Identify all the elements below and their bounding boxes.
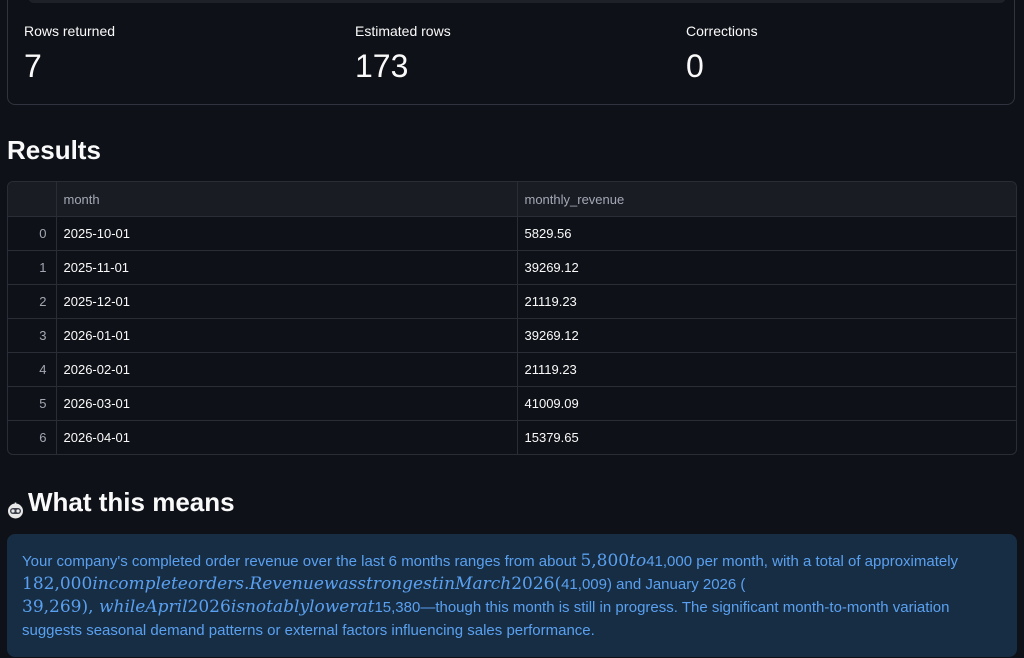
math-word: whileApril bbox=[98, 597, 188, 617]
table-row[interactable]: 5 2026-03-01 41009.09 bbox=[8, 386, 1016, 421]
monthly-revenue-cell[interactable]: 39269.12 bbox=[517, 318, 1016, 353]
month-cell[interactable]: 2026-02-01 bbox=[56, 352, 518, 387]
metrics-card-top-bar bbox=[28, 0, 1006, 3]
column-header-index[interactable] bbox=[8, 182, 57, 217]
monthly-revenue-cell[interactable]: 5829.56 bbox=[517, 216, 1016, 251]
row-index-cell[interactable]: 5 bbox=[8, 386, 57, 421]
insight-text: 41,000 per month, with a total of approx… bbox=[646, 553, 959, 570]
monthly-revenue-cell[interactable]: 39269.12 bbox=[517, 250, 1016, 285]
monthly-revenue-cell[interactable]: 41009.09 bbox=[517, 386, 1016, 421]
metric-label: Corrections bbox=[686, 23, 758, 39]
month-cell[interactable]: 2026-04-01 bbox=[56, 420, 518, 454]
math-word: to bbox=[629, 551, 647, 571]
metric-estimated-rows: Estimated rows 173 bbox=[355, 22, 451, 86]
column-header-month[interactable]: month bbox=[56, 182, 518, 217]
what-this-means-title: What this means bbox=[28, 487, 235, 517]
table-row[interactable]: 4 2026-02-01 21119.23 bbox=[8, 352, 1016, 387]
month-cell[interactable]: 2025-10-01 bbox=[56, 216, 518, 251]
row-index-cell[interactable]: 0 bbox=[8, 216, 57, 251]
math-value: 182,000 bbox=[22, 574, 93, 594]
metrics-card: Rows returned 7 Estimated rows 173 Corre… bbox=[7, 0, 1015, 105]
row-index-cell[interactable]: 2 bbox=[8, 284, 57, 319]
what-this-means-heading: What this means bbox=[7, 486, 235, 518]
results-table[interactable]: month monthly_revenue 0 2025-10-01 5829.56… bbox=[7, 181, 1017, 455]
row-index-cell[interactable]: 3 bbox=[8, 318, 57, 353]
column-header-monthly-revenue[interactable]: monthly_revenue bbox=[517, 182, 1016, 217]
monthly-revenue-cell[interactable]: 21119.23 bbox=[517, 284, 1016, 319]
table-body: 0 2025-10-01 5829.56 1 2025-11-01 39269.12 2 20… bbox=[8, 216, 1016, 455]
row-index-cell[interactable]: 6 bbox=[8, 420, 57, 454]
row-index-cell[interactable]: 1 bbox=[8, 250, 57, 285]
page: Rows returned 7 Estimated rows 173 Corre… bbox=[0, 0, 1024, 658]
table-row[interactable]: 6 2026-04-01 15379.65 bbox=[8, 420, 1016, 455]
metric-rows-returned: Rows returned 7 bbox=[24, 22, 115, 86]
robot-icon bbox=[7, 494, 24, 518]
metric-label: Rows returned bbox=[24, 23, 116, 39]
table-row[interactable]: 0 2025-10-01 5829.56 bbox=[8, 216, 1016, 251]
monthly-revenue-cell[interactable]: 21119.23 bbox=[517, 352, 1016, 387]
metric-label: Estimated rows bbox=[355, 23, 451, 39]
row-index-cell[interactable]: 4 bbox=[8, 352, 57, 387]
insight-text: Your company's completed order revenue o… bbox=[22, 553, 581, 570]
insight-box: Your company's completed order revenue o… bbox=[7, 534, 1017, 657]
math-word: isnotablylowerat bbox=[230, 597, 375, 617]
metric-corrections: Corrections 0 bbox=[686, 22, 758, 86]
table-row[interactable]: 2 2025-12-01 21119.23 bbox=[8, 284, 1016, 319]
insight-math: 5,800to bbox=[580, 551, 646, 571]
insight-math: 182,000incompleteorders.Revenuewasstrong… bbox=[22, 574, 561, 594]
insight-math: 39,269), whileApril2026isnotablylowerat bbox=[22, 597, 374, 617]
math-value: 2026 bbox=[187, 597, 231, 617]
month-cell[interactable]: 2026-03-01 bbox=[56, 386, 518, 421]
metric-value: 173 bbox=[355, 48, 409, 84]
math-value: 5,800 bbox=[580, 551, 630, 571]
month-cell[interactable]: 2025-11-01 bbox=[56, 250, 518, 285]
month-cell[interactable]: 2025-12-01 bbox=[56, 284, 518, 319]
math-value: 2026( bbox=[511, 574, 562, 594]
month-cell[interactable]: 2026-01-01 bbox=[56, 318, 518, 353]
metric-value: 7 bbox=[24, 48, 42, 84]
results-heading: Results bbox=[7, 135, 101, 165]
table-row[interactable]: 1 2025-11-01 39269.12 bbox=[8, 250, 1016, 285]
insight-text: 41,009) and January 2026 ( bbox=[561, 576, 746, 593]
metric-value: 0 bbox=[686, 48, 704, 84]
monthly-revenue-cell[interactable]: 15379.65 bbox=[517, 421, 1016, 455]
table-header-row: month monthly_revenue bbox=[8, 182, 1016, 217]
table-row[interactable]: 3 2026-01-01 39269.12 bbox=[8, 318, 1016, 353]
math-value: 39,269), bbox=[22, 597, 94, 617]
results-grid: month monthly_revenue 0 2025-10-01 5829.56… bbox=[8, 182, 1016, 454]
math-word: incompleteorders.RevenuewasstrongestinMa… bbox=[92, 574, 512, 594]
